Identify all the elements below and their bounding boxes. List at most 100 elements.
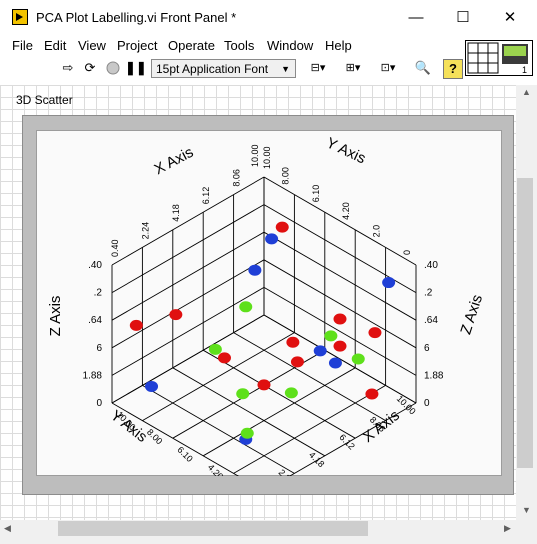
tick-label: 2.24 [277,467,296,476]
tick-label: 10.00 [262,146,272,169]
grid-line [263,176,417,266]
scatter-point [382,277,396,289]
scatter-point [145,380,159,392]
horizontal-scroll-thumb[interactable] [58,521,368,536]
grid-line [111,287,265,376]
pause-icon[interactable]: ❚❚ [125,57,147,79]
grid-line [111,176,265,266]
run-arrow-icon[interactable]: ⇨ [58,57,78,79]
tick-label: 8.00 [280,167,290,185]
scatter-point [333,313,347,325]
scatter-point [169,309,183,321]
scatter-point [365,388,379,400]
scroll-left-icon[interactable]: ◀ [4,523,11,534]
distribute-objects-icon[interactable]: ⊞▾ [340,57,366,79]
tick-label: 0.40 [110,239,120,257]
grid-line [111,204,265,293]
tick-label: 0 [424,398,430,409]
menu-help[interactable]: Help [325,38,352,53]
z-axis-title: Z Axis [47,296,64,337]
scroll-up-icon[interactable]: ▲ [522,87,531,97]
grid-line [263,259,417,349]
scatter-point [313,345,327,357]
tick-label: 6 [424,343,430,354]
tick-label: 4.20 [341,202,351,220]
tick-label: .64 [424,315,438,326]
scatter-point [217,352,231,364]
tick-label: .2 [94,288,103,299]
grid-line [202,367,356,457]
tick-label: 2.0 [372,225,382,238]
3d-scatter-plot[interactable]: 002.02.04.204.206.106.108.008.0010.0010.… [36,130,502,476]
font-select-value: 15pt Application Font [156,62,269,76]
scatter-point [239,301,253,313]
tick-label: 8.06 [232,169,242,187]
tick-label: 6.12 [201,187,211,205]
tick-label: 6.12 [337,432,356,451]
scatter-point [275,221,289,233]
menu-file[interactable]: File [12,38,33,53]
run-continuously-icon[interactable]: ⟳ [80,57,100,79]
scatter-point [129,319,143,331]
maximize-button[interactable]: ☐ [440,0,486,36]
grid-line [233,332,386,421]
menu-window[interactable]: Window [267,38,313,53]
context-help-icon[interactable]: ? [443,59,463,79]
tick-label: .64 [88,315,102,326]
tick-label: 1.88 [424,370,444,381]
window-title: PCA Plot Labelling.vi Front Panel * [36,10,237,25]
scatter-point [368,327,382,339]
align-objects-icon[interactable]: ⊟▾ [305,57,331,79]
chevron-down-icon: ▼ [281,64,290,74]
tick-label: 6.10 [175,445,194,464]
tick-label: .2 [424,288,433,299]
scatter-point [248,264,262,276]
z-axis-title-right: Z Axis [457,293,486,337]
tick-label: 6 [96,343,102,354]
scroll-right-icon[interactable]: ▶ [504,523,511,534]
abort-icon[interactable] [103,57,123,79]
tick-label: .40 [424,260,438,271]
menu-edit[interactable]: Edit [44,38,66,53]
scatter-point [290,356,304,368]
tick-label: 0 [96,398,102,409]
tick-label: 4.18 [171,204,181,222]
scatter-point [333,340,347,352]
minimize-button[interactable]: — [393,0,439,36]
graph-label: 3D Scatter [16,93,73,107]
y-axis-title: Y Axis [324,134,369,167]
font-select[interactable]: 15pt Application Font ▼ [151,59,296,78]
tick-label: 1.88 [83,370,103,381]
close-button[interactable]: ✕ [487,0,533,36]
tick-label: .40 [88,260,102,271]
x-axis-title: X Axis [151,144,196,179]
scatter-point [284,387,298,399]
scatter-point [351,353,365,365]
search-icon[interactable]: 🔍 [413,57,433,79]
menu-operate[interactable]: Operate [168,38,215,53]
menu-bar: File Edit View Project Operate Tools Win… [0,36,537,56]
labview-vi-icon [12,9,28,25]
tick-label: 0 [402,250,412,255]
vertical-scroll-thumb[interactable] [517,178,533,468]
axis-labels: X Axis Y AxisZ Axis Z AxisY Axis X Axis [47,134,486,446]
scatter-point [286,336,300,348]
menu-view[interactable]: View [78,38,106,53]
scroll-down-icon[interactable]: ▼ [522,505,531,515]
menu-tools[interactable]: Tools [224,38,254,53]
toolbar: ⇨ ⟳ ❚❚ 15pt Application Font ▼ ⊟▾ ⊞▾ ⊡▾ … [0,57,465,81]
title-bar: PCA Plot Labelling.vi Front Panel * — ☐ … [0,0,537,36]
connector-pane-icon[interactable]: 1 [465,40,533,76]
scatter-point [328,357,342,369]
tick-label: 6.10 [311,185,321,203]
tick-label: 10.00 [250,144,260,167]
scatter-point [208,343,222,355]
x-axis-title-bottom: X Axis [360,407,403,446]
menu-project[interactable]: Project [117,38,157,53]
tick-label: 4.20 [206,462,225,476]
scatter-point [265,233,279,245]
resize-objects-icon[interactable]: ⊡▾ [375,57,401,79]
svg-text:1: 1 [522,65,527,75]
tick-label: 4.18 [307,450,326,469]
scatter-point [240,427,254,439]
